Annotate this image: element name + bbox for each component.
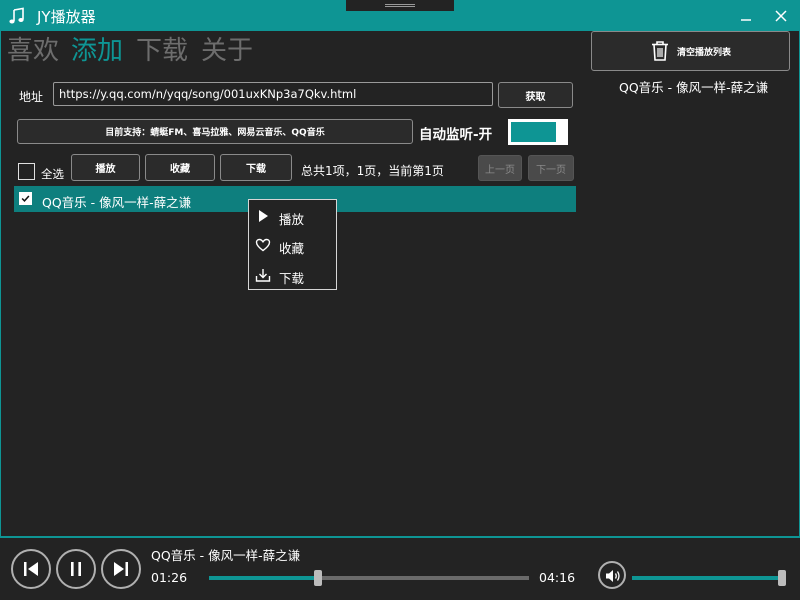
window-title: JY播放器 [37, 8, 96, 26]
prev-page-button[interactable]: 上一页 [478, 155, 522, 181]
close-icon[interactable] [773, 8, 789, 24]
song-title: QQ音乐 - 像风一样-薛之谦 [42, 195, 192, 210]
menu-item-play[interactable]: 播放 [249, 202, 336, 230]
music-note-icon [9, 7, 24, 24]
heart-icon [255, 238, 271, 252]
menu-item-favorite[interactable]: 收藏 [249, 231, 336, 259]
skip-next-icon [114, 562, 128, 576]
tab-download[interactable]: 下载 [136, 35, 188, 67]
previous-track-button[interactable] [11, 549, 51, 589]
supported-sources-button[interactable]: 目前支持：蜻蜓FM、喜马拉雅、网易云音乐、QQ音乐 [17, 119, 413, 144]
tab-favorites[interactable]: 喜欢 [7, 35, 59, 67]
auto-monitor-toggle[interactable] [508, 119, 568, 145]
playlist-item[interactable]: QQ音乐 - 像风一样-薛之谦 [619, 77, 768, 96]
clear-playlist-label: 清空播放列表 [676, 47, 731, 58]
elapsed-time: 01:26 [151, 570, 188, 585]
download-icon [255, 269, 271, 282]
pause-icon [71, 562, 81, 576]
menu-item-label: 收藏 [279, 241, 305, 256]
progress-slider[interactable] [209, 570, 529, 586]
progress-thumb[interactable] [313, 570, 322, 586]
next-track-button[interactable] [101, 549, 141, 589]
menu-item-label: 下载 [279, 271, 305, 286]
page-summary: 总共1项，1页，当前第1页 [301, 164, 444, 178]
tab-about[interactable]: 关于 [201, 35, 253, 67]
volume-thumb[interactable] [778, 570, 786, 586]
fetch-button[interactable]: 获取 [498, 82, 573, 108]
play-button[interactable]: 播放 [71, 154, 140, 181]
progress-fill [209, 576, 318, 580]
play-icon [259, 210, 268, 222]
trash-icon [651, 41, 668, 61]
menu-item-label: 播放 [279, 212, 305, 227]
download-button[interactable]: 下载 [220, 154, 292, 181]
volume-fill [632, 576, 782, 580]
volume-icon [606, 570, 620, 582]
address-label: 地址 [19, 90, 44, 104]
context-menu: 播放 收藏 下载 [248, 199, 337, 290]
auto-monitor-label: 自动监听-开 [419, 127, 493, 143]
pause-button[interactable] [56, 549, 96, 589]
select-all-checkbox[interactable] [18, 163, 35, 180]
volume-button[interactable] [598, 561, 626, 589]
drag-handle[interactable] [346, 0, 454, 11]
now-playing-title: QQ音乐 - 像风一样-薛之谦 [151, 548, 301, 563]
toggle-fill [511, 122, 556, 142]
address-input[interactable] [53, 82, 493, 106]
next-page-button[interactable]: 下一页 [528, 155, 574, 181]
skip-previous-icon [24, 562, 38, 576]
title-bar[interactable]: JY播放器 [0, 0, 800, 31]
select-all-label: 全选 [41, 167, 64, 181]
tab-add[interactable]: 添加 [71, 35, 123, 67]
favorite-button[interactable]: 收藏 [145, 154, 215, 181]
minimize-icon[interactable] [738, 8, 754, 24]
clear-playlist-button[interactable]: 清空播放列表 [591, 31, 790, 71]
volume-slider[interactable] [632, 570, 786, 586]
menu-item-download[interactable]: 下载 [249, 261, 336, 289]
song-checkbox[interactable] [19, 192, 32, 205]
total-time: 04:16 [539, 570, 576, 585]
